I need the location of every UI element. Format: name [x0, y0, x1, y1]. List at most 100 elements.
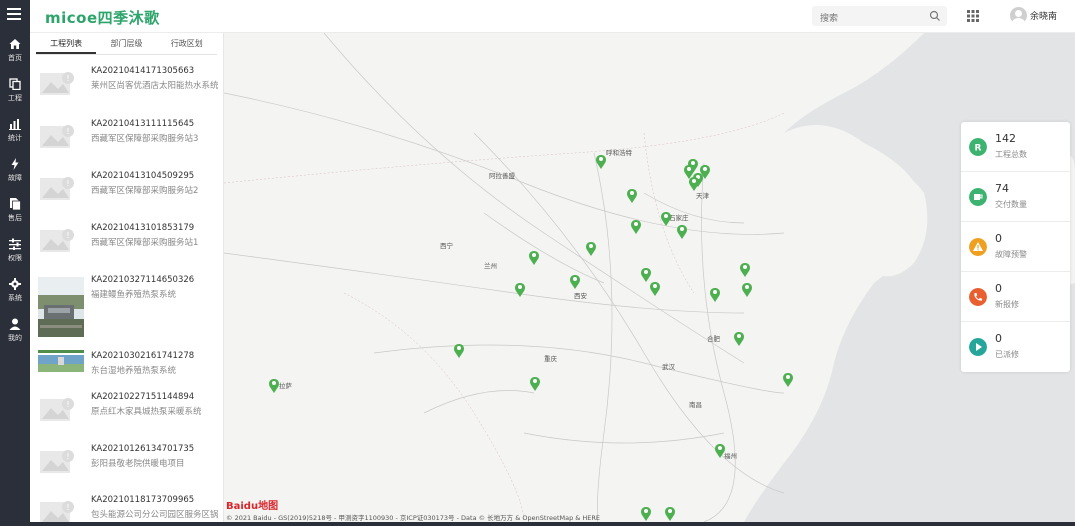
bolt-icon: [11, 158, 19, 170]
chart-icon: [9, 119, 21, 130]
project-name: 福建鳗鱼养殖热泵系统: [91, 290, 177, 300]
tab-project-list[interactable]: 工程列表: [36, 33, 97, 54]
project-banner-image: [38, 349, 84, 373]
map-label: 阿拉善盟: [489, 171, 516, 180]
stat-value: 142: [995, 132, 1016, 145]
warning-icon: [969, 238, 987, 256]
brand-logo[interactable]: micoe四季沐歌: [45, 7, 160, 28]
map-label: 武汉: [662, 362, 676, 371]
image-placeholder-icon: !: [40, 177, 74, 200]
sidebar-item-label: 售后: [8, 214, 22, 222]
sidebar-item-fault[interactable]: 故障: [0, 158, 30, 194]
sidebar-item-mine[interactable]: 我的: [0, 318, 30, 354]
list-item[interactable]: ! KA20210227151144894 原点红木家具城热泵采暖系统: [36, 390, 222, 442]
stat-label: 故障预警: [995, 250, 1027, 259]
list-item[interactable]: ! KA20210413104509295 西藏军区保障部采购服务站2: [36, 169, 222, 221]
svg-text:!: !: [66, 503, 69, 512]
sidebar-item-aftersales[interactable]: 售后: [0, 198, 30, 234]
stat-fault-warning[interactable]: 0 故障预警: [961, 222, 1070, 272]
project-id: KA20210413104509295: [91, 171, 195, 181]
project-id: KA20210327114650326: [91, 275, 195, 285]
image-placeholder-icon: !: [40, 450, 74, 473]
map-label: 石家庄: [669, 213, 689, 222]
cup-icon: [969, 188, 987, 206]
image-placeholder-icon: !: [40, 72, 74, 95]
project-id: KA20210227151144894: [91, 392, 195, 402]
avatar[interactable]: [1010, 7, 1027, 24]
list-item[interactable]: KA20210327114650326 福建鳗鱼养殖热泵系统: [36, 273, 222, 339]
image-placeholder-icon: !: [40, 125, 74, 148]
svg-text:!: !: [66, 74, 69, 83]
project-name: 包头能源公司分公司园区服务区锅: [91, 510, 219, 520]
sidebar-item-permission[interactable]: 权限: [0, 238, 30, 274]
user-icon: [9, 318, 21, 330]
image-placeholder-icon: !: [40, 398, 74, 421]
baidu-map-logo[interactable]: Baidu地图: [226, 497, 278, 512]
map-label: 天津: [696, 192, 710, 200]
tab-department[interactable]: 部门层级: [96, 33, 156, 54]
project-id: KA20210126134701735: [91, 444, 195, 454]
project-list-panel: 工程列表 部门层级 行政区划 ! KA20210414171305663 莱州区…: [30, 33, 224, 526]
map-label: 呼和浩特: [606, 148, 633, 157]
list-item[interactable]: ! KA20210413101853179 西藏军区保障部采购服务站1: [36, 221, 222, 273]
stat-value: 74: [995, 182, 1009, 195]
tab-region[interactable]: 行政区划: [157, 33, 217, 54]
stat-label: 已派修: [995, 350, 1019, 359]
bottom-bar: [0, 522, 1075, 526]
project-name: 西藏军区保障部采购服务站1: [91, 238, 199, 248]
stats-panel: R 142 工程总数 74 交付数量 0 故障预警 0 新报修 0 已派修: [961, 122, 1070, 372]
sidebar-item-label: 我的: [8, 334, 22, 342]
sidebar-item-label: 首页: [8, 54, 22, 62]
project-map[interactable]: 呼和浩特 阿拉善盟 西宁 兰州 西安 石家庄 天津 合肥 武汉 福州 南昌 拉萨…: [224, 33, 1075, 522]
stat-label: 交付数量: [995, 200, 1027, 209]
project-id: KA20210414171305663: [91, 66, 195, 76]
search-icon[interactable]: [929, 10, 941, 22]
map-canvas[interactable]: 呼和浩特 阿拉善盟 西宁 兰州 西安 石家庄 天津 合肥 武汉 福州 南昌 拉萨…: [224, 33, 1075, 522]
stat-total-projects[interactable]: R 142 工程总数: [961, 122, 1070, 172]
image-placeholder-icon: !: [40, 229, 74, 252]
project-id: KA20210302161741278: [91, 351, 195, 361]
map-label: 福州: [724, 451, 737, 460]
map-attribution: © 2021 Baidu - GS(2019)5218号 - 甲测资字11009…: [226, 514, 601, 522]
username[interactable]: 余晓南: [1030, 9, 1057, 22]
panel-tabs: 工程列表 部门层级 行政区划: [36, 33, 217, 55]
sidebar-item-label: 统计: [8, 134, 22, 142]
list-item[interactable]: ! KA20210414171305663 莱州区尚客优酒店太阳能热水系统: [36, 64, 222, 116]
map-label: 西安: [574, 291, 588, 300]
stat-delivered[interactable]: 74 交付数量: [961, 172, 1070, 222]
menu-toggle-icon[interactable]: [7, 8, 21, 20]
project-name: 莱州区尚客优酒店太阳能热水系统: [91, 81, 219, 91]
map-label: 重庆: [544, 354, 558, 363]
sidebar-item-project[interactable]: 工程: [0, 78, 30, 114]
r-icon: R: [969, 138, 987, 156]
project-name: 彭阳县敬老院供暖电项目: [91, 459, 185, 469]
stat-new-repair[interactable]: 0 新报修: [961, 272, 1070, 322]
stat-dispatched[interactable]: 0 已派修: [961, 322, 1070, 372]
apps-grid-icon[interactable]: [967, 10, 979, 22]
project-icon: [9, 78, 21, 90]
sidebar-item-home[interactable]: 首页: [0, 38, 30, 74]
top-header: micoe四季沐歌 余晓南: [0, 0, 1075, 33]
home-icon: [9, 39, 21, 49]
list-item[interactable]: ! KA20210126134701735 彭阳县敬老院供暖电项目: [36, 442, 222, 494]
sidebar-item-label: 权限: [8, 254, 22, 262]
sidebar-item-label: 故障: [8, 174, 22, 182]
svg-text:!: !: [66, 231, 69, 240]
svg-text:!: !: [66, 452, 69, 461]
project-name: 西藏军区保障部采购服务站3: [91, 134, 199, 144]
sidebar: 首页 工程 统计 故障 售后 权限 系统 我的: [0, 0, 30, 526]
play-icon: [969, 338, 987, 356]
map-label: 拉萨: [279, 381, 293, 390]
gear-icon: [9, 278, 21, 290]
map-label: 兰州: [484, 261, 497, 270]
sliders-icon: [9, 238, 21, 250]
map-label: 南昌: [689, 400, 702, 409]
search-input[interactable]: [812, 9, 922, 29]
sidebar-item-system[interactable]: 系统: [0, 278, 30, 314]
project-name: 东台湿地养殖热泵系统: [91, 366, 177, 376]
list-item[interactable]: ! KA20210413111115645 西藏军区保障部采购服务站3: [36, 117, 222, 169]
search-box[interactable]: [812, 6, 947, 29]
user-menu[interactable]: 余晓南: [1010, 7, 1057, 24]
stat-label: 工程总数: [995, 150, 1027, 159]
sidebar-item-stats[interactable]: 统计: [0, 118, 30, 154]
